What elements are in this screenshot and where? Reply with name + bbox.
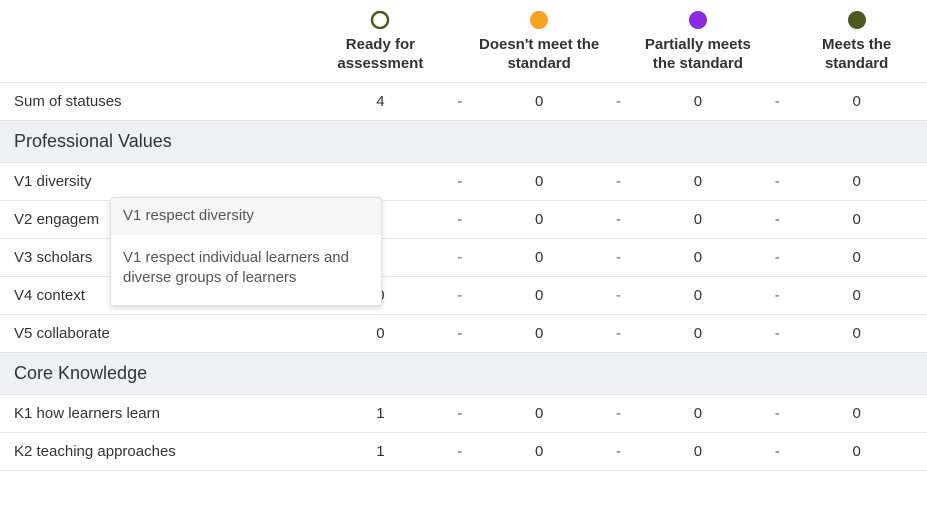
- sep: -: [451, 433, 469, 470]
- sum-value-0: 4: [310, 83, 451, 120]
- tooltip-body: V1 respect individual learners and diver…: [111, 234, 381, 305]
- cell: 0: [786, 277, 927, 314]
- cell: 0: [469, 395, 610, 432]
- sep: -: [768, 239, 786, 276]
- column-sep: [451, 0, 469, 82]
- dot-icon: [847, 10, 867, 30]
- cell: 0: [786, 315, 927, 352]
- sum-row: Sum of statuses 4 - 0 - 0 - 0: [0, 83, 927, 121]
- ring-icon: [370, 10, 390, 30]
- sep: -: [768, 277, 786, 314]
- sep: -: [610, 201, 628, 238]
- section-label: Core Knowledge: [0, 353, 927, 394]
- header-row: Ready for assessment Doesn't meet the st…: [0, 0, 927, 83]
- sep: -: [768, 83, 786, 120]
- sep: -: [451, 83, 469, 120]
- cell: 0: [628, 163, 769, 200]
- cell: 0: [786, 433, 927, 470]
- section-heading-professional-values: Professional Values: [0, 121, 927, 163]
- cell: 0: [469, 163, 610, 200]
- table-row[interactable]: K2 teaching approaches 1 - 0 - 0 - 0: [0, 433, 927, 471]
- column-header-label: Doesn't meet the standard: [475, 36, 604, 74]
- cell: 0: [628, 239, 769, 276]
- section-label: Professional Values: [0, 121, 927, 162]
- cell: 0: [469, 433, 610, 470]
- sep: -: [610, 277, 628, 314]
- column-header-meets: Meets the standard: [786, 0, 927, 82]
- cell: 0: [469, 315, 610, 352]
- cell: 0: [310, 315, 451, 352]
- dot-icon: [529, 10, 549, 30]
- sep: -: [451, 315, 469, 352]
- sum-label: Sum of statuses: [0, 83, 310, 120]
- row-label: K1 how learners learn: [0, 395, 310, 432]
- tooltip-title: V1 respect diversity: [111, 198, 381, 234]
- column-header-doesnt-meet: Doesn't meet the standard: [469, 0, 610, 82]
- sep: -: [451, 395, 469, 432]
- column-header-ready: Ready for assessment: [310, 0, 451, 82]
- cell: 0: [786, 201, 927, 238]
- sep: -: [451, 239, 469, 276]
- cell: 0: [628, 433, 769, 470]
- cell: 0: [786, 239, 927, 276]
- column-header-partially-meets: Partially meets the standard: [628, 0, 769, 82]
- column-header-label: Ready for assessment: [316, 36, 445, 74]
- row-label: K2 teaching approaches: [0, 433, 310, 470]
- sep: -: [610, 315, 628, 352]
- cell: 0: [469, 277, 610, 314]
- cell: [310, 163, 451, 200]
- sep: -: [768, 315, 786, 352]
- sep: -: [451, 277, 469, 314]
- cell: 0: [469, 239, 610, 276]
- sep: -: [768, 433, 786, 470]
- sep: -: [451, 163, 469, 200]
- column-header-label: Partially meets the standard: [634, 36, 763, 74]
- sum-value-3: 0: [786, 83, 927, 120]
- cell: 0: [628, 395, 769, 432]
- header-blank: [0, 0, 310, 82]
- sep: -: [768, 163, 786, 200]
- row-label: V1 diversity: [0, 163, 310, 200]
- sep: -: [768, 395, 786, 432]
- sum-value-1: 0: [469, 83, 610, 120]
- cell: 0: [628, 277, 769, 314]
- cell: 1: [310, 433, 451, 470]
- sep: -: [610, 239, 628, 276]
- sep: -: [610, 163, 628, 200]
- row-label: V5 collaborate: [0, 315, 310, 352]
- table-row[interactable]: V1 diversity - 0 - 0 - 0: [0, 163, 927, 201]
- sep: -: [610, 433, 628, 470]
- cell: 0: [786, 163, 927, 200]
- column-header-label: Meets the standard: [792, 36, 921, 74]
- dot-icon: [688, 10, 708, 30]
- column-sep: [610, 0, 628, 82]
- cell: 0: [628, 201, 769, 238]
- cell: 0: [628, 315, 769, 352]
- column-sep: [768, 0, 786, 82]
- cell: 0: [786, 395, 927, 432]
- sep: -: [610, 395, 628, 432]
- tooltip-card: V1 respect diversity V1 respect individu…: [110, 197, 382, 306]
- sep: -: [610, 83, 628, 120]
- table-row[interactable]: K1 how learners learn 1 - 0 - 0 - 0: [0, 395, 927, 433]
- sum-value-2: 0: [628, 83, 769, 120]
- sep: -: [768, 201, 786, 238]
- sep: -: [451, 201, 469, 238]
- table-row[interactable]: V5 collaborate 0 - 0 - 0 - 0: [0, 315, 927, 353]
- cell: 0: [469, 201, 610, 238]
- section-heading-core-knowledge: Core Knowledge: [0, 353, 927, 395]
- cell: 1: [310, 395, 451, 432]
